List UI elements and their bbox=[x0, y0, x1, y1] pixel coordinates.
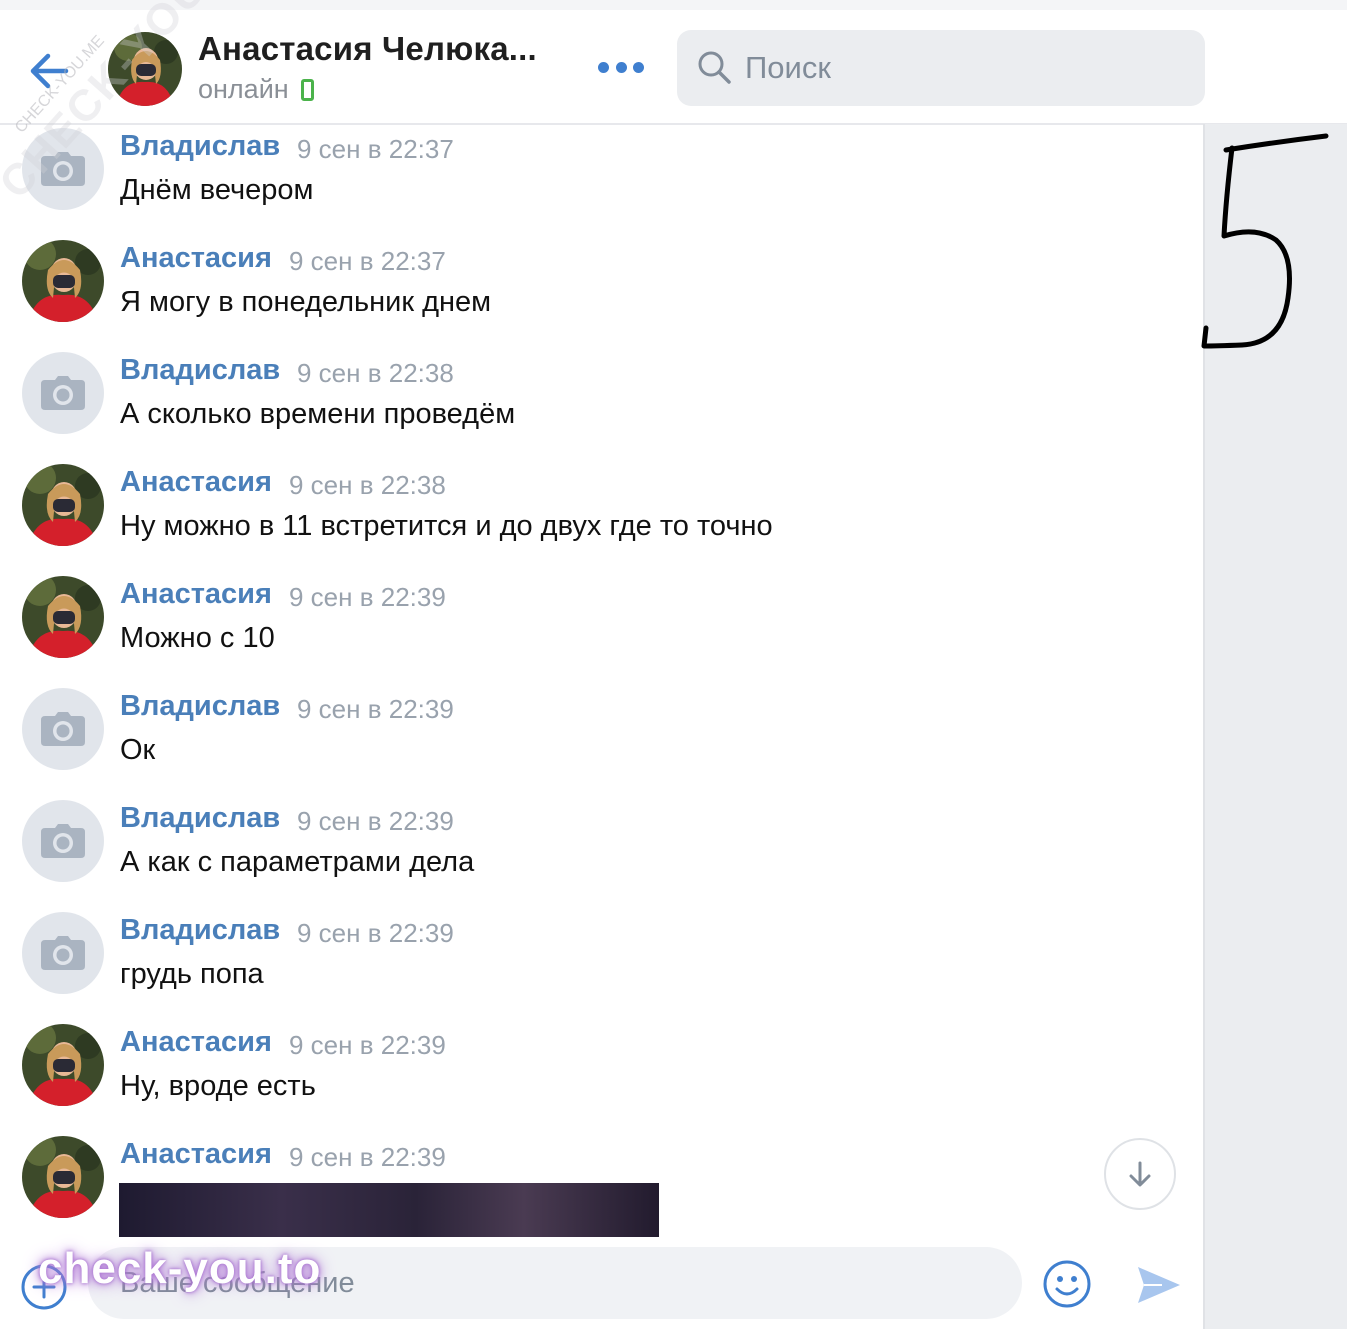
smile-icon bbox=[1043, 1260, 1091, 1308]
message-text: грудь попа bbox=[120, 958, 264, 990]
message-row[interactable]: Владислав 9 сен в 22:39 грудь попа bbox=[0, 910, 1200, 1022]
message-time[interactable]: 9 сен в 22:39 bbox=[289, 582, 446, 613]
message-time[interactable]: 9 сен в 22:37 bbox=[297, 134, 454, 165]
watermark-bottom: check-you.to bbox=[38, 1244, 322, 1293]
message-time[interactable]: 9 сен в 22:38 bbox=[289, 470, 446, 501]
author-avatar[interactable] bbox=[22, 464, 104, 546]
message-time[interactable]: 9 сен в 22:39 bbox=[297, 806, 454, 837]
message-text: А сколько времени проведём bbox=[120, 398, 516, 430]
avatar-photo bbox=[22, 464, 104, 546]
chat-header: Анастасия Челюка... онлайн bbox=[0, 10, 1347, 125]
message-time[interactable]: 9 сен в 22:39 bbox=[289, 1030, 446, 1061]
message-author[interactable]: Анастасия bbox=[120, 1138, 272, 1171]
message-text: Ок bbox=[120, 734, 156, 766]
message-text: А как с параметрами дела bbox=[120, 846, 475, 878]
message-time[interactable]: 9 сен в 22:38 bbox=[297, 358, 454, 389]
message-time[interactable]: 9 сен в 22:39 bbox=[297, 694, 454, 725]
message-row[interactable]: Владислав 9 сен в 22:37 Днём вечером bbox=[0, 126, 1200, 238]
message-author[interactable]: Владислав bbox=[120, 690, 280, 723]
message-author[interactable]: Анастасия bbox=[120, 1026, 272, 1059]
author-avatar-placeholder[interactable] bbox=[22, 912, 104, 994]
author-avatar-placeholder[interactable] bbox=[22, 800, 104, 882]
message-text: Ну можно в 11 встретится и до двух где т… bbox=[120, 510, 773, 542]
message-row[interactable]: Анастасия 9 сен в 22:37 Я могу в понедельн… bbox=[0, 238, 1200, 350]
dot-icon bbox=[615, 62, 627, 73]
camera-icon bbox=[41, 824, 85, 858]
message-row[interactable]: Владислав 9 сен в 22:39 Ок bbox=[0, 686, 1200, 798]
message-list[interactable]: Владислав 9 сен в 22:37 Днём вечером Анаст… bbox=[0, 124, 1200, 1236]
search-input[interactable] bbox=[745, 30, 1185, 106]
message-author[interactable]: Владислав bbox=[120, 802, 280, 835]
author-avatar-placeholder[interactable] bbox=[22, 352, 104, 434]
message-author[interactable]: Анастасия bbox=[120, 466, 272, 499]
message-row[interactable]: Владислав 9 сен в 22:39 А как с параметрам… bbox=[0, 798, 1200, 910]
chat-title[interactable]: Анастасия Челюка... bbox=[198, 30, 537, 68]
arrow-down-icon bbox=[1129, 1161, 1151, 1187]
message-text: Можно с 10 bbox=[120, 622, 275, 654]
online-status: онлайн bbox=[198, 74, 314, 105]
message-author[interactable]: Владислав bbox=[120, 914, 280, 947]
search-box[interactable] bbox=[677, 30, 1205, 106]
message-author[interactable]: Анастасия bbox=[120, 242, 272, 275]
author-avatar-placeholder[interactable] bbox=[22, 688, 104, 770]
camera-icon bbox=[41, 712, 85, 746]
message-time[interactable]: 9 сен в 22:37 bbox=[289, 246, 446, 277]
author-avatar[interactable] bbox=[22, 1136, 104, 1218]
dot-icon bbox=[598, 62, 609, 73]
message-text: Я могу в понедельник днем bbox=[120, 286, 492, 318]
avatar-photo bbox=[22, 240, 104, 322]
author-avatar[interactable] bbox=[22, 1024, 104, 1106]
photo-attachment[interactable] bbox=[119, 1183, 659, 1237]
message-text: Днём вечером bbox=[120, 174, 314, 206]
search-icon bbox=[698, 51, 731, 84]
scroll-down-button[interactable] bbox=[1104, 1138, 1176, 1210]
message-row[interactable]: Анастасия 9 сен в 22:39 Можно с 10 bbox=[0, 574, 1200, 686]
send-icon bbox=[1138, 1267, 1180, 1303]
send-button[interactable] bbox=[1134, 1263, 1182, 1312]
camera-icon bbox=[41, 936, 85, 970]
message-author[interactable]: Анастасия bbox=[120, 578, 272, 611]
dot-icon bbox=[633, 62, 644, 73]
handwritten-annotation bbox=[1201, 133, 1329, 349]
avatar-photo bbox=[22, 576, 104, 658]
author-avatar[interactable] bbox=[22, 576, 104, 658]
message-author[interactable]: Владислав bbox=[120, 130, 280, 163]
message-time[interactable]: 9 сен в 22:39 bbox=[289, 1142, 446, 1173]
online-status-label: онлайн bbox=[198, 74, 289, 104]
emoji-button[interactable] bbox=[1042, 1259, 1092, 1314]
message-row[interactable]: Анастасия 9 сен в 22:38 Ну можно в 11 встр… bbox=[0, 462, 1200, 574]
more-options-button[interactable] bbox=[598, 62, 644, 76]
mobile-phone-icon bbox=[300, 78, 314, 101]
avatar-photo bbox=[22, 1136, 104, 1218]
message-text: Ну, вроде есть bbox=[120, 1070, 316, 1102]
message-row[interactable]: Владислав 9 сен в 22:38 А сколько времени … bbox=[0, 350, 1200, 462]
author-avatar[interactable] bbox=[22, 240, 104, 322]
message-row[interactable]: Анастасия 9 сен в 22:39 Ну, вроде есть bbox=[0, 1022, 1200, 1134]
camera-icon bbox=[41, 376, 85, 410]
message-author[interactable]: Владислав bbox=[120, 354, 280, 387]
avatar-photo bbox=[22, 1024, 104, 1106]
message-time[interactable]: 9 сен в 22:39 bbox=[297, 918, 454, 949]
